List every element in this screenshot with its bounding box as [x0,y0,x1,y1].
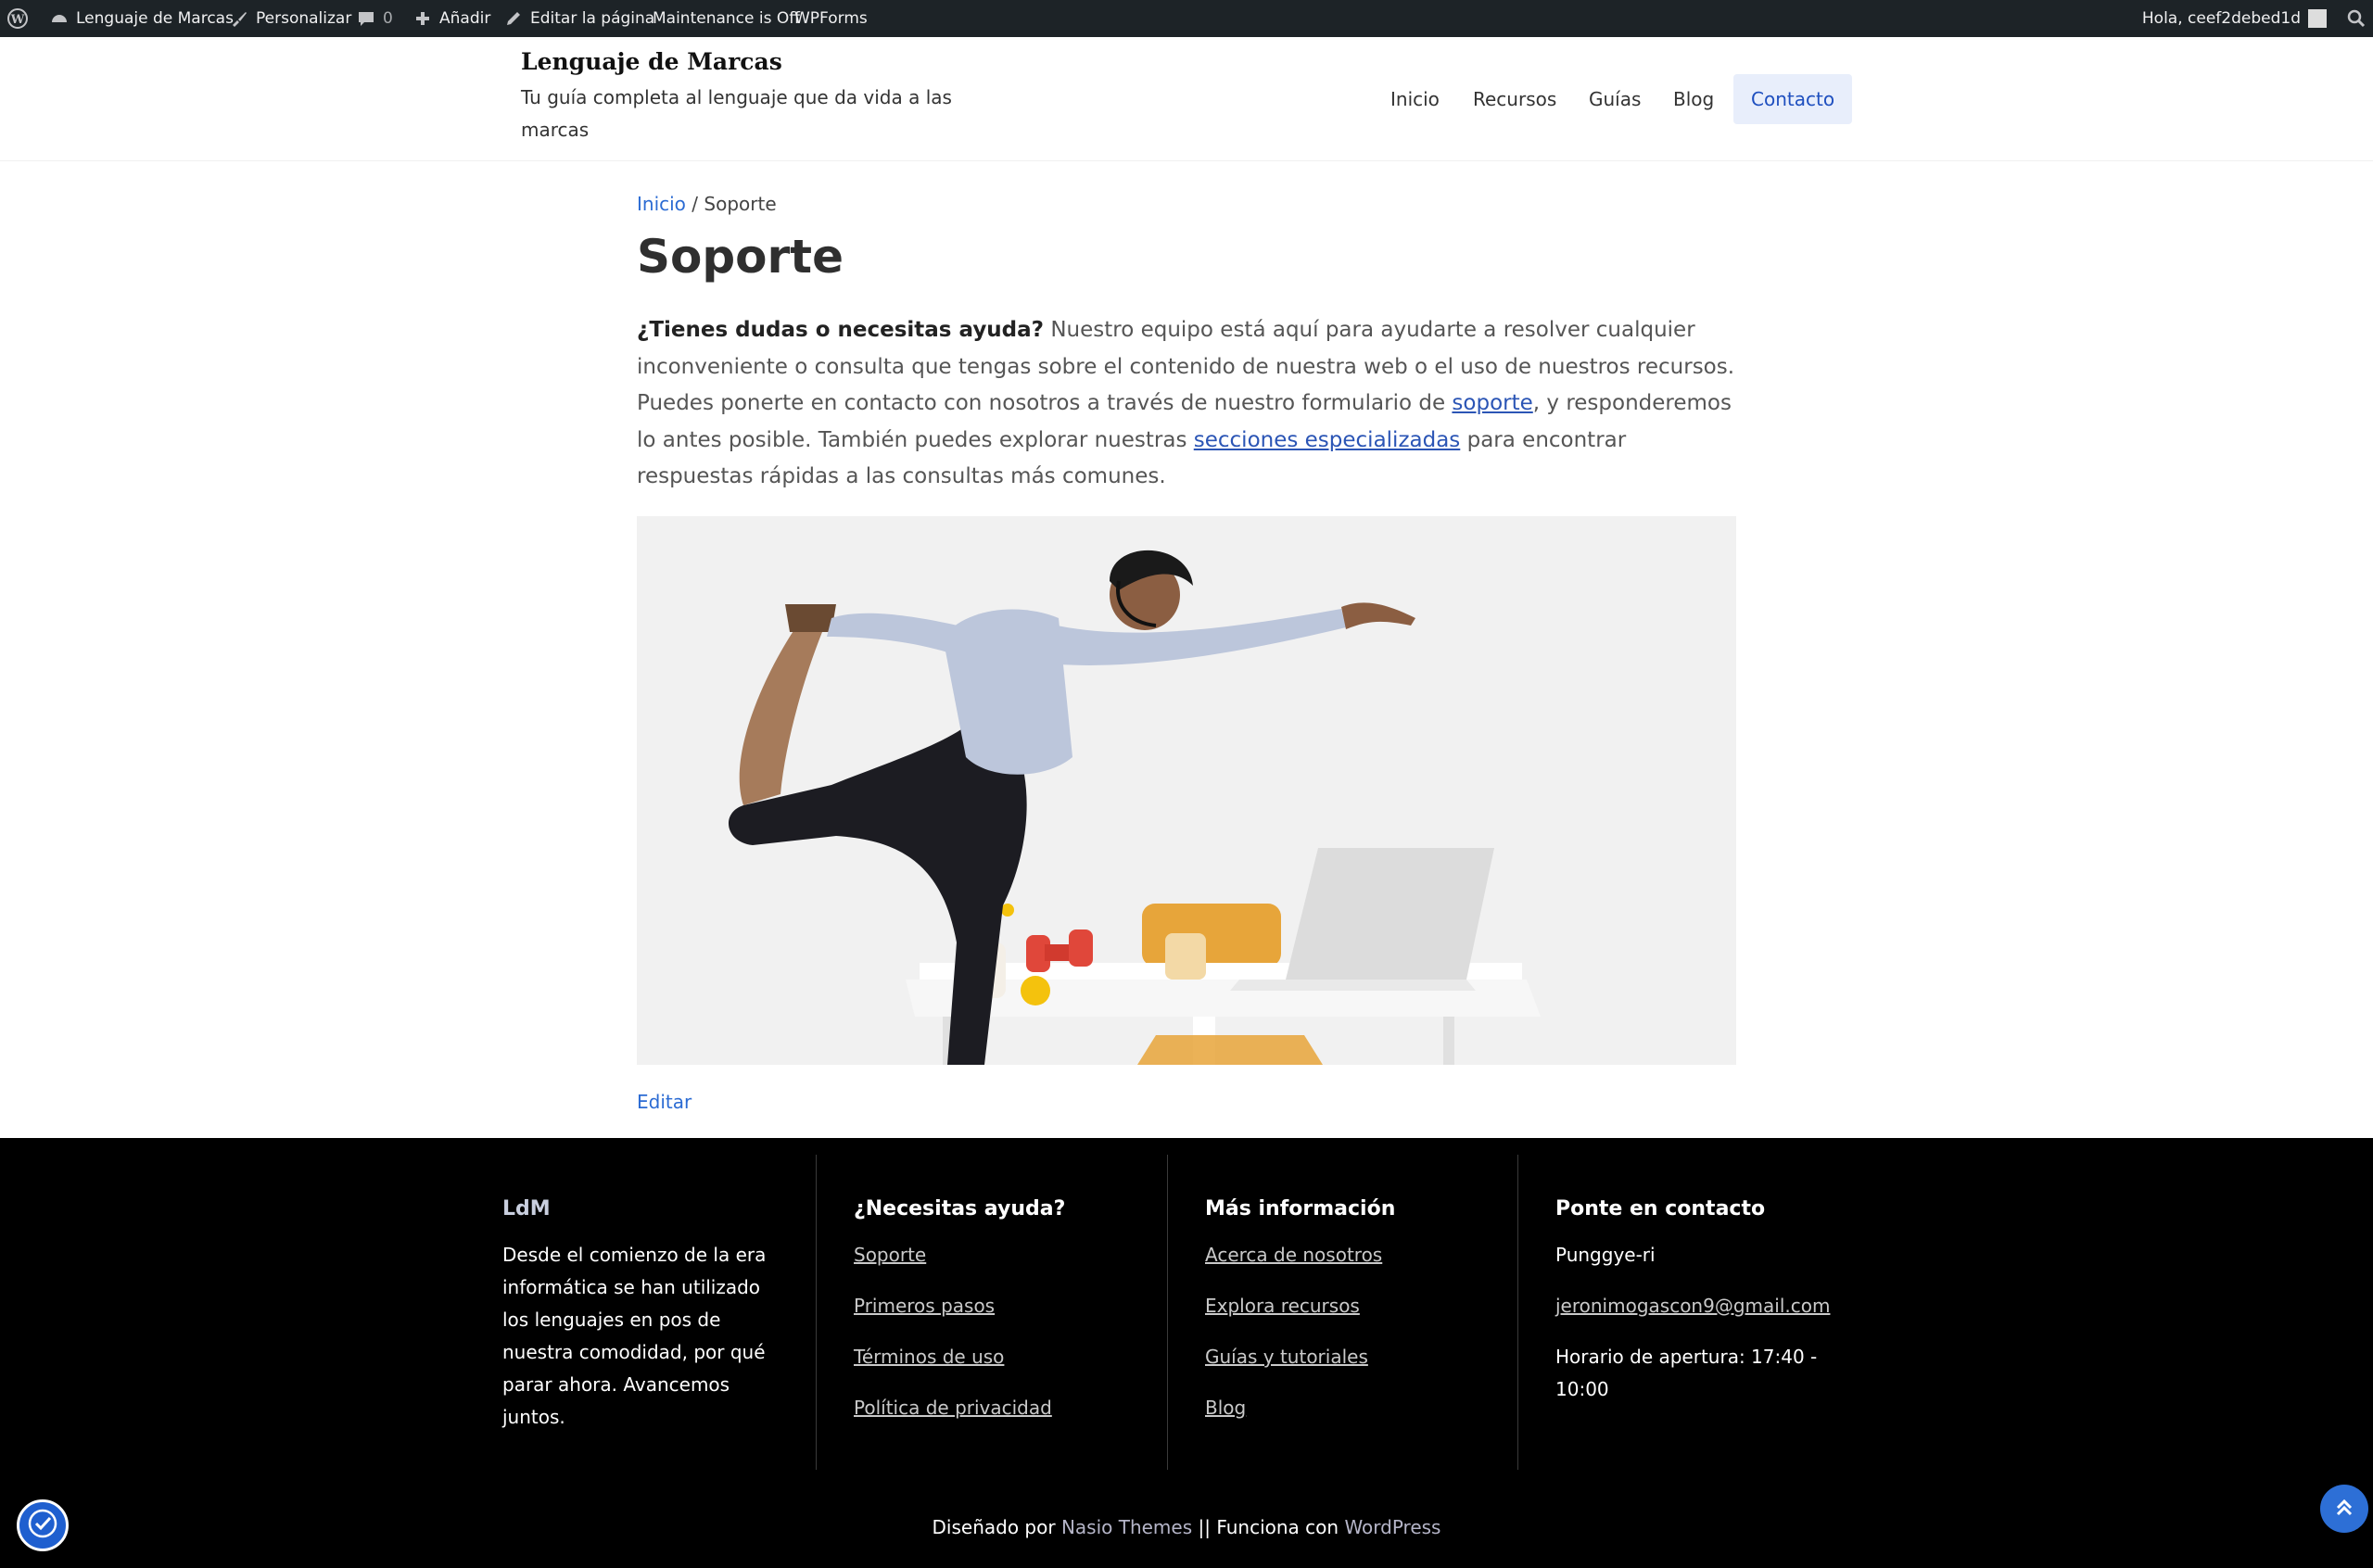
admin-account-link[interactable]: Hola, ceef2debed1d [2142,0,2327,37]
pencil-icon [504,9,523,28]
footer-divider [1517,1155,1518,1470]
footer-link-privacidad[interactable]: Política de privacidad [854,1392,1150,1424]
admin-edit-page-link[interactable]: Editar la página [504,0,654,37]
credits-wordpress-link[interactable]: WordPress [1344,1516,1440,1538]
credits-designed-by: Diseñado por [932,1516,1061,1538]
admin-maintenance-link[interactable]: Maintenance is Off [653,0,800,37]
nav-item-guias[interactable]: Guías [1589,74,1641,124]
footer-link-blog[interactable]: Blog [1205,1392,1502,1424]
admin-maintenance-label: Maintenance is Off [653,9,800,28]
nav-item-contacto[interactable]: Contacto [1733,74,1853,124]
credits-theme-link[interactable]: Nasio Themes [1061,1516,1192,1538]
footer-contact-hours: Horario de apertura: 17:40 - 10:00 [1555,1346,1818,1400]
site-header: Lenguaje de Marcas Tu guía completa al l… [0,37,2373,161]
admin-site-name: Lenguaje de Marcas [76,9,234,28]
footer-col-info: Más información Acerca de nosotros Explo… [1205,1155,1502,1470]
footer-contact-location: Punggye-ri [1555,1244,1656,1266]
page-title: Soporte [637,230,844,284]
footer-contact-email[interactable]: jeronimogascon9@gmail.com [1555,1290,1834,1322]
nav-item-inicio[interactable]: Inicio [1390,74,1440,124]
footer-about-heading: LdM [502,1197,551,1220]
admin-bar: W Lenguaje de Marcas Personalizar 0 Añad… [0,0,2373,37]
admin-edit-page-label: Editar la página [530,9,655,28]
secciones-link[interactable]: secciones especializadas [1194,428,1461,452]
edit-link[interactable]: Editar [637,1091,692,1113]
site-description: Tu guía completa al lenguaje que da vida… [521,86,952,141]
admin-add-new-link[interactable]: Añadir [413,0,490,37]
admin-search-button[interactable] [2347,0,2366,37]
footer-credits: Diseñado por Nasio Themes || Funciona co… [0,1516,2373,1538]
comment-icon [357,9,375,28]
admin-greeting: Hola, ceef2debed1d [2141,9,2301,28]
svg-text:W: W [10,13,25,27]
soporte-link[interactable]: soporte [1452,391,1532,415]
admin-wpforms-label: WPForms [794,9,868,28]
footer-info-heading: Más información [1205,1197,1396,1220]
footer-divider [816,1155,817,1470]
footer-col-about: LdM Desde el comienzo de la era informát… [502,1155,780,1470]
nav-item-blog[interactable]: Blog [1673,74,1714,124]
search-icon [2347,9,2366,28]
admin-comments-link[interactable]: 0 [357,0,393,37]
hero-image [637,516,1736,1065]
scroll-to-top-button[interactable] [2320,1485,2368,1533]
dashboard-icon [50,9,69,28]
footer-about-text: Desde el comienzo de la era informática … [502,1244,767,1428]
credits-separator: || Funciona con [1192,1516,1345,1538]
brush-icon [230,9,248,28]
breadcrumb: Inicio / Soporte [637,193,777,215]
intro-paragraph: ¿Tienes dudas o necesitas ayuda? Nuestro… [637,312,1736,496]
site-title[interactable]: Lenguaje de Marcas [521,48,782,75]
breadcrumb-separator: / [692,193,699,215]
footer-link-guias[interactable]: Guías y tutoriales [1205,1341,1502,1373]
admin-comments-count: 0 [383,9,393,28]
accessibility-button[interactable] [17,1499,69,1551]
intro-bold: ¿Tienes dudas o necesitas ayuda? [637,318,1045,342]
footer-divider [1167,1155,1168,1470]
footer-info-links: Acerca de nosotros Explora recursos Guía… [1205,1239,1502,1424]
footer-link-primeros-pasos[interactable]: Primeros pasos [854,1290,1150,1322]
footer-col-help: ¿Necesitas ayuda? Soporte Primeros pasos… [854,1155,1150,1470]
admin-site-link[interactable]: Lenguaje de Marcas [50,0,234,37]
footer-contact-heading: Ponte en contacto [1555,1197,1766,1220]
footer-col-contact: Ponte en contacto Punggye-ri jeronimogas… [1555,1155,1834,1470]
admin-wpforms-link[interactable]: WPForms [794,0,868,37]
avatar [2308,9,2327,28]
nav-item-recursos[interactable]: Recursos [1473,74,1556,124]
footer-link-soporte[interactable]: Soporte [854,1239,1150,1271]
footer-link-recursos[interactable]: Explora recursos [1205,1290,1502,1322]
wordpress-logo-icon[interactable]: W [7,0,28,37]
admin-add-new-label: Añadir [439,9,491,28]
accessibility-icon [27,1508,58,1544]
admin-customize-label: Personalizar [256,9,352,28]
footer-link-terminos[interactable]: Términos de uso [854,1341,1150,1373]
double-chevron-up-icon [2332,1495,2356,1524]
admin-customize-link[interactable]: Personalizar [230,0,351,37]
breadcrumb-current: Soporte [704,193,777,215]
site-footer [0,1138,2373,1568]
footer-link-acerca[interactable]: Acerca de nosotros [1205,1239,1502,1271]
plus-icon [413,9,432,28]
breadcrumb-home-link[interactable]: Inicio [637,193,686,215]
footer-help-heading: ¿Necesitas ayuda? [854,1197,1066,1220]
footer-help-links: Soporte Primeros pasos Términos de uso P… [854,1239,1150,1424]
